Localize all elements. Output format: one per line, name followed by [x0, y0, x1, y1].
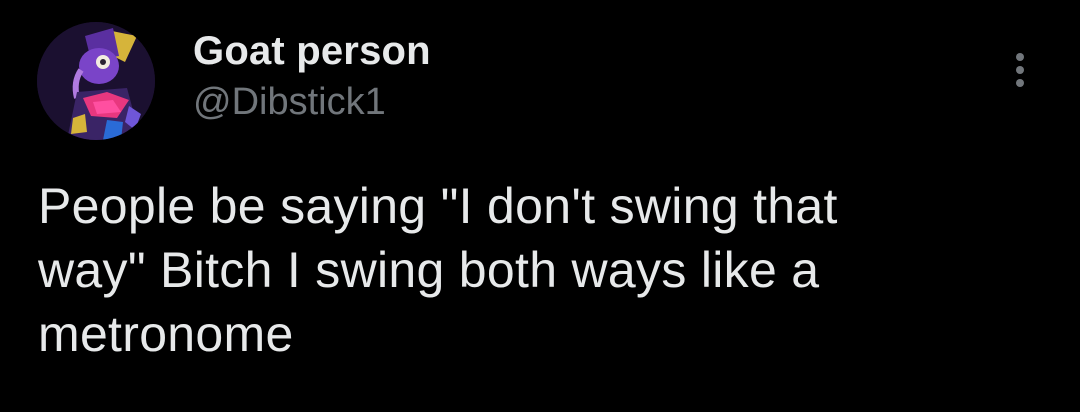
more-options-icon — [1016, 53, 1024, 87]
author-display-name[interactable]: Goat person — [193, 28, 431, 74]
tweet-text: People be saying "I don't swing that way… — [38, 178, 838, 362]
author-handle[interactable]: @Dibstick1 — [193, 80, 386, 124]
more-options-button[interactable] — [1004, 48, 1036, 92]
avatar-image — [37, 22, 155, 140]
avatar[interactable] — [37, 22, 155, 140]
tweet: Goat person @Dibstick1 People be saying … — [0, 0, 1080, 412]
